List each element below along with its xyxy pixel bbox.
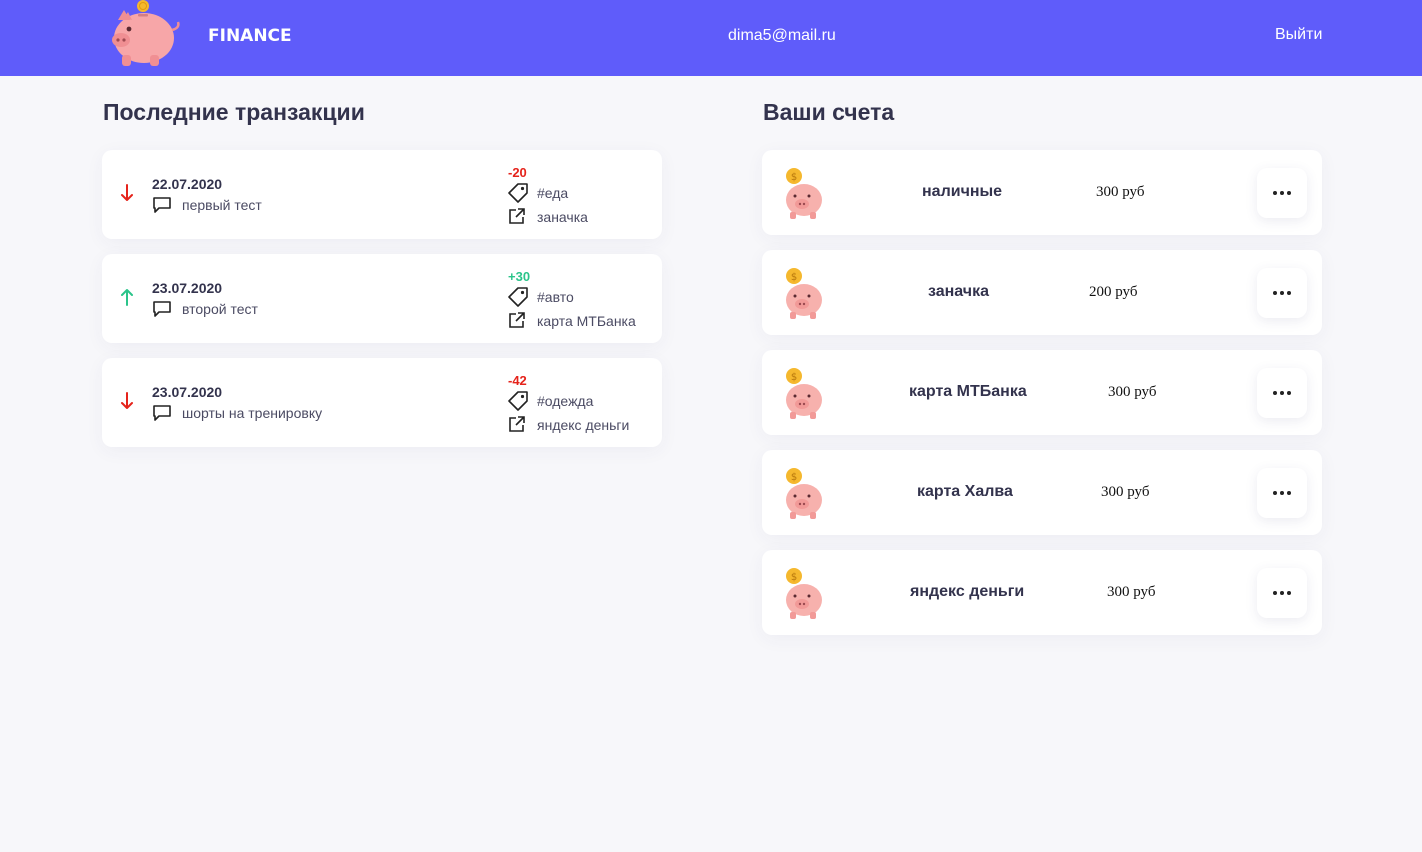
transaction-account: яндекс деньги xyxy=(537,417,630,433)
account-menu-button[interactable] xyxy=(1257,568,1307,618)
more-dots-icon xyxy=(1273,591,1291,595)
account-balance: 300 руб xyxy=(1096,184,1145,200)
account-balance: 200 руб xyxy=(1089,284,1138,300)
piggy-bank-icon: $ xyxy=(786,168,822,219)
transaction-amount: +30 xyxy=(508,269,531,284)
transaction-date: 23.07.2020 xyxy=(152,384,223,400)
transaction-account: карта МТБанка xyxy=(537,313,636,329)
more-dots-icon xyxy=(1273,391,1291,395)
account-card[interactable]: $ яндекс деньги 300 руб xyxy=(762,550,1322,635)
more-dots-icon xyxy=(1273,191,1291,195)
tag-icon xyxy=(508,287,528,307)
transaction-amount: -20 xyxy=(508,165,527,180)
logout-button[interactable]: Выйти xyxy=(1275,26,1322,44)
piggy-bank-icon: $ xyxy=(786,268,822,319)
external-link-icon xyxy=(509,416,525,432)
svg-text:$: $ xyxy=(791,272,797,283)
account-name: заначка xyxy=(928,283,989,300)
account-balance: 300 руб xyxy=(1108,384,1157,400)
account-menu-button[interactable] xyxy=(1257,468,1307,518)
arrow-down-icon xyxy=(121,392,133,409)
tag-icon xyxy=(508,391,528,411)
piggy-bank-icon: $ xyxy=(786,568,822,619)
account-card[interactable]: $ заначка 200 руб xyxy=(762,250,1322,335)
transaction-card[interactable]: 22.07.2020 первый тест -20 #еда заначка xyxy=(102,150,662,239)
account-menu-button[interactable] xyxy=(1257,368,1307,418)
transaction-account: заначка xyxy=(537,209,588,225)
more-dots-icon xyxy=(1273,491,1291,495)
account-name: яндекс деньги xyxy=(910,583,1025,600)
account-menu-button[interactable] xyxy=(1257,268,1307,318)
accounts-title: Ваши счета xyxy=(763,99,895,125)
brand-logo-text[interactable]: FINANCE xyxy=(208,26,292,46)
top-navbar: FINANCE dima5@mail.ru Выйти xyxy=(0,0,1422,76)
comment-icon xyxy=(153,301,171,317)
svg-text:$: $ xyxy=(791,172,797,183)
comment-icon xyxy=(153,197,171,213)
external-link-icon xyxy=(509,312,525,328)
account-card[interactable]: $ карта МТБанка 300 руб xyxy=(762,350,1322,435)
account-balance: 300 руб xyxy=(1101,484,1150,500)
transactions-title: Последние транзакции xyxy=(103,99,365,125)
transaction-tag: #авто xyxy=(537,289,574,305)
transaction-amount: -42 xyxy=(508,373,527,388)
arrow-up-icon xyxy=(121,289,133,306)
more-dots-icon xyxy=(1273,291,1291,295)
external-link-icon xyxy=(509,208,525,224)
account-balance: 300 руб xyxy=(1107,584,1156,600)
account-card[interactable]: $ карта Халва 300 руб xyxy=(762,450,1322,535)
transaction-card[interactable]: 23.07.2020 шорты на тренировку -42 #одеж… xyxy=(102,358,662,447)
transaction-date: 22.07.2020 xyxy=(152,176,223,192)
transaction-date: 23.07.2020 xyxy=(152,280,223,296)
piggy-bank-icon: $ xyxy=(786,468,822,519)
transaction-tag: #одежда xyxy=(537,393,594,409)
transaction-comment: второй тест xyxy=(182,301,258,317)
account-menu-button[interactable] xyxy=(1257,168,1307,218)
svg-text:$: $ xyxy=(791,372,797,383)
account-name: карта МТБанка xyxy=(909,383,1027,400)
arrow-down-icon xyxy=(121,184,133,201)
account-name: наличные xyxy=(922,183,1003,200)
transaction-card[interactable]: 23.07.2020 второй тест +30 #авто карта М… xyxy=(102,254,662,343)
transaction-comment: первый тест xyxy=(182,197,262,213)
account-card[interactable]: $ наличные 300 руб xyxy=(762,150,1322,235)
comment-icon xyxy=(153,405,171,421)
transaction-comment: шорты на тренировку xyxy=(182,405,323,421)
svg-text:$: $ xyxy=(791,472,797,483)
account-name: карта Халва xyxy=(917,483,1013,500)
user-email: dima5@mail.ru xyxy=(728,27,836,44)
piggy-bank-icon: $ xyxy=(786,368,822,419)
piggy-bank-icon[interactable] xyxy=(104,0,182,70)
transaction-tag: #еда xyxy=(537,185,569,201)
svg-text:$: $ xyxy=(791,572,797,583)
tag-icon xyxy=(508,183,528,203)
